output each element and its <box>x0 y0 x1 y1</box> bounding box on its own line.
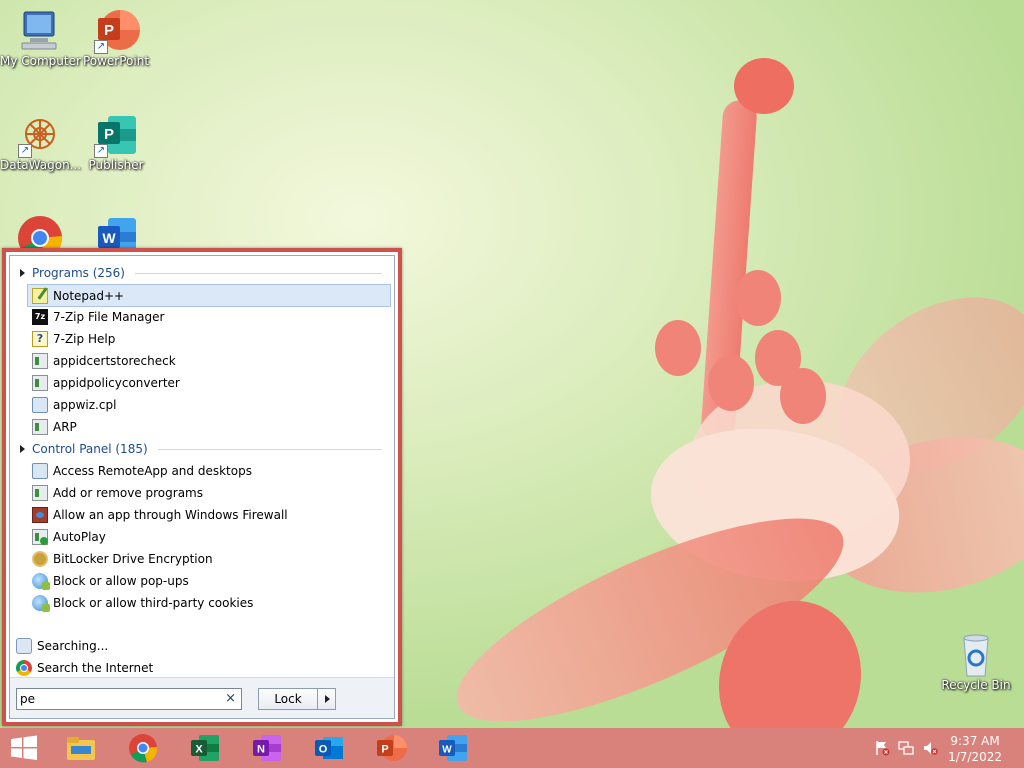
internet-options-icon <box>32 594 50 612</box>
result-7zip-file-manager[interactable]: 7z 7-Zip File Manager <box>28 306 390 327</box>
computer-icon <box>16 8 64 54</box>
shortcut-arrow-icon: ↗ <box>94 144 108 158</box>
search-the-internet-link[interactable]: Search the Internet <box>16 658 153 678</box>
remoteapp-icon <box>32 462 48 479</box>
taskbar-onenote[interactable]: N <box>251 732 283 764</box>
exe-icon <box>32 374 48 391</box>
shortcut-arrow-icon: ↗ <box>94 40 108 54</box>
svg-text:O: O <box>319 744 328 756</box>
exe-icon <box>32 352 48 369</box>
result-appidcertstorecheck[interactable]: appidcertstorecheck <box>28 350 390 371</box>
outlook-icon: O <box>315 737 343 759</box>
volume-muted-icon[interactable] <box>922 740 938 756</box>
result-autoplay[interactable]: AutoPlay <box>28 526 390 547</box>
seven-zip-icon: 7z <box>32 308 48 325</box>
network-icon[interactable] <box>898 740 914 756</box>
powerpoint-icon: P <box>377 735 407 761</box>
result-notepad-plus-plus[interactable]: Notepad++ <box>27 284 391 307</box>
start-button[interactable] <box>8 732 40 764</box>
searching-status: Searching... <box>16 636 108 656</box>
notepad-plus-plus-icon <box>32 287 48 304</box>
excel-icon: X <box>191 735 219 761</box>
start-menu-panel: Programs (256) Notepad++ 7z 7-Zip File M… <box>9 255 395 719</box>
file-explorer-icon <box>67 737 95 760</box>
svg-text:P: P <box>104 126 114 143</box>
desktop-icon-recycle-bin[interactable]: Recycle Bin <box>936 632 1016 692</box>
taskbar-outlook[interactable]: O <box>313 732 345 764</box>
action-center-flag-icon[interactable] <box>874 740 890 756</box>
clear-search-icon[interactable]: × <box>225 691 236 706</box>
result-7zip-help[interactable]: ? 7-Zip Help <box>28 328 390 349</box>
taskbar-file-explorer[interactable] <box>65 732 97 764</box>
result-allow-app-firewall[interactable]: Allow an app through Windows Firewall <box>28 504 390 525</box>
svg-text:N: N <box>257 744 265 756</box>
result-appidpolicyconverter[interactable]: appidpolicyconverter <box>28 372 390 393</box>
start-menu-bottom-bar: × Lock <box>10 677 394 718</box>
taskbar-excel[interactable]: X <box>189 732 221 764</box>
datawagon-icon: ↗ <box>16 112 64 158</box>
taskbar-powerpoint[interactable]: P <box>375 732 407 764</box>
lock-button[interactable]: Lock <box>259 689 318 709</box>
taskbar-word[interactable]: W <box>437 732 469 764</box>
result-access-remoteapp[interactable]: Access RemoteApp and desktops <box>28 460 390 481</box>
expand-triangle-icon <box>20 445 25 453</box>
search-input[interactable] <box>20 690 216 708</box>
programs-icon <box>32 484 48 501</box>
taskbar-chrome[interactable] <box>127 732 159 764</box>
result-block-cookies[interactable]: Block or allow third-party cookies <box>28 592 390 613</box>
clock-date: 1/7/2022 <box>948 750 1002 764</box>
search-box[interactable]: × <box>16 688 242 710</box>
result-block-popups[interactable]: Block or allow pop-ups <box>28 570 390 591</box>
result-arp[interactable]: ARP <box>28 416 390 437</box>
svg-text:X: X <box>195 744 203 756</box>
taskbar: X N O P W 9:37 AM 1/7/2022 <box>0 728 1024 768</box>
desktop-icon-datawagon[interactable]: ↗ DataWagon... <box>0 112 81 172</box>
recycle-bin-icon <box>952 632 1000 678</box>
taskbar-clock[interactable]: 9:37 AM 1/7/2022 <box>948 733 1002 765</box>
group-header-programs[interactable]: Programs (256) <box>16 264 382 282</box>
svg-text:P: P <box>381 744 388 756</box>
start-icon <box>11 735 37 760</box>
shortcut-arrow-icon: ↗ <box>18 144 32 158</box>
help-icon: ? <box>32 330 48 347</box>
clock-time: 9:37 AM <box>950 734 1000 748</box>
powerpoint-icon: P ↗ <box>92 8 140 54</box>
word-icon: W <box>439 735 467 761</box>
cpl-icon <box>32 396 48 413</box>
onenote-icon: N <box>253 735 281 761</box>
firewall-icon <box>32 506 48 523</box>
publisher-icon: P ↗ <box>92 112 140 158</box>
desktop-icon-publisher[interactable]: P ↗ Publisher <box>76 112 156 172</box>
svg-text:W: W <box>442 745 452 756</box>
svg-text:P: P <box>104 22 114 39</box>
power-options-arrow-icon[interactable] <box>318 689 335 709</box>
chrome-icon <box>16 660 32 676</box>
chrome-icon <box>129 734 158 763</box>
lock-split-button: Lock <box>258 688 336 710</box>
result-appwiz-cpl[interactable]: appwiz.cpl <box>28 394 390 415</box>
result-bitlocker[interactable]: BitLocker Drive Encryption <box>28 548 390 569</box>
exe-icon <box>32 418 48 435</box>
internet-options-icon <box>32 572 50 590</box>
search-icon <box>16 638 32 654</box>
desktop-icon-my-computer[interactable]: My Computer <box>0 8 81 68</box>
expand-triangle-icon <box>20 269 25 277</box>
autoplay-icon <box>32 528 48 545</box>
group-header-control-panel[interactable]: Control Panel (185) <box>16 440 382 458</box>
start-menu: Programs (256) Notepad++ 7z 7-Zip File M… <box>2 248 402 726</box>
bitlocker-icon <box>32 550 48 567</box>
result-add-remove-programs[interactable]: Add or remove programs <box>28 482 390 503</box>
desktop-icon-powerpoint[interactable]: P ↗ PowerPoint <box>76 8 156 68</box>
svg-text:W: W <box>102 230 116 246</box>
